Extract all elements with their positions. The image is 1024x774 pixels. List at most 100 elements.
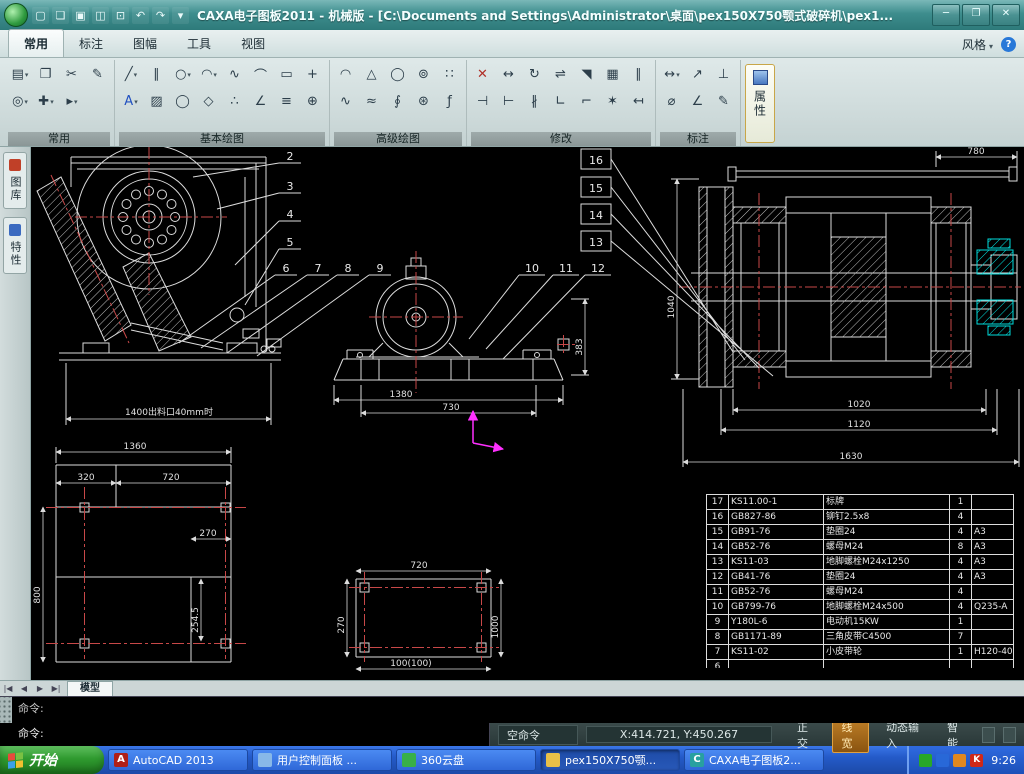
callout-label: 13 [589,236,603,249]
pan-icon[interactable]: ✚▾ [34,89,58,115]
maximize-button[interactable]: ❐ [962,4,990,26]
sidebar-tab-properties[interactable]: 特性 [3,217,27,274]
grid-icon[interactable] [982,727,995,743]
corner-icon[interactable]: ∟ [549,89,573,115]
dimension-icon[interactable]: ↔▾ [660,62,684,88]
sidebar-tab-library[interactable]: 图库 [3,152,27,209]
point-set-icon[interactable]: ∷ [438,62,462,88]
polygon-icon[interactable]: ◇ [197,89,221,115]
datum-icon[interactable]: ⊥ [712,62,736,88]
text-icon[interactable]: A▾ [119,89,143,115]
arc-icon[interactable]: ◠▾ [197,62,221,88]
array-icon[interactable]: ▦ [601,62,625,88]
next-sheet-icon[interactable]: ▶ [32,684,48,693]
mirror-icon[interactable]: ⇌ [549,62,573,88]
first-sheet-icon[interactable]: |◀ [0,684,16,693]
tray-k-icon[interactable]: K [970,754,983,767]
properties-label: 属性 [752,90,769,118]
fillet-icon[interactable]: ⌐ [575,89,599,115]
hatch-icon[interactable]: ▨ [145,89,169,115]
bottom-strip: 命令: 空命令 X:414.721, Y:450.267 正交 线宽 动态输入 … [0,723,1024,746]
stretch-icon[interactable]: ↤ [627,89,651,115]
contour-icon[interactable]: ◠ [334,62,358,88]
ribbon-tab[interactable]: 标注 [64,30,118,57]
equidistant-icon[interactable]: ≡ [275,89,299,115]
axis-icon[interactable]: ⊕ [301,89,325,115]
explode-icon[interactable]: ✶ [601,89,625,115]
help-icon[interactable]: ? [1001,37,1016,52]
scale-icon[interactable]: ◥ [575,62,599,88]
regular-polygon-icon[interactable]: △ [360,62,384,88]
print-icon[interactable]: ◫ [92,7,109,24]
circle-icon[interactable]: ○▾ [171,62,195,88]
paste-icon[interactable]: ▤▾ [8,62,32,88]
copy-icon[interactable]: ❐ [34,62,58,88]
drawing-area[interactable]: 1400出料口40mm时 2 3 4 5 6 7 8 9 [31,147,1024,680]
double-wave-icon[interactable]: ≈ [360,89,384,115]
tray-input-icon[interactable] [953,754,966,767]
last-sheet-icon[interactable]: ▶| [48,684,64,693]
select-icon[interactable]: ▸▾ [60,89,84,115]
new-file-icon[interactable]: ▢ [32,7,49,24]
cut-icon[interactable]: ✂ [60,62,84,88]
diameter-dim-icon[interactable]: ⌀ [660,89,684,115]
ellipse-adv-icon[interactable]: ◯ [386,62,410,88]
print-preview-icon[interactable]: ⊡ [112,7,129,24]
ribbon-tab[interactable]: 图幅 [118,30,172,57]
style-button[interactable]: 风格▾ [962,36,993,53]
lock-icon[interactable] [1003,727,1016,743]
erase-icon[interactable]: ✕ [471,62,495,88]
undo-icon[interactable]: ↶ [132,7,149,24]
formula-curve-icon[interactable]: ƒ [438,89,462,115]
ellipse-icon[interactable]: ◯ [171,89,195,115]
bom-row: 10 GB799-76 地脚螺栓M24x500 4 Q235-A [707,600,1014,615]
polyline-icon[interactable]: ⌒ [249,62,273,88]
text-dim-icon[interactable]: ✎ [712,89,736,115]
spring-icon[interactable]: ∮ [386,89,410,115]
caxa-logo-icon[interactable] [4,3,28,27]
extend-icon[interactable]: ⊢ [497,89,521,115]
rectangle-icon[interactable]: ▭ [275,62,299,88]
offset-icon[interactable]: ∥ [627,62,651,88]
model-tab[interactable]: 模型 [67,681,113,697]
close-button[interactable]: ✕ [992,4,1020,26]
group-label-dimension: 标注 [660,132,736,146]
bom-row: 15 GB91-76 垫圈24 4 A3 [707,525,1014,540]
tray-im-icon[interactable] [936,754,949,767]
leader-icon[interactable]: ↗ [686,62,710,88]
point-icon[interactable]: ∴ [223,89,247,115]
break-icon[interactable]: ∦ [523,89,547,115]
centerline-icon[interactable]: + [301,62,325,88]
format-painter-icon[interactable]: ✎ [86,62,110,88]
prev-sheet-icon[interactable]: ◀ [16,684,32,693]
hole-icon[interactable]: ⊚ [412,62,436,88]
command-history[interactable]: 命令: [0,696,1024,723]
group-label-basic-draw: 基本绘图 [119,132,325,146]
rotate-icon[interactable]: ↻ [523,62,547,88]
trim-icon[interactable]: ⊣ [471,89,495,115]
chamfer-icon[interactable]: ∠ [249,89,273,115]
redo-icon[interactable]: ↷ [152,7,169,24]
ribbon-tab[interactable]: 视图 [226,30,280,57]
wave-line-icon[interactable]: ∿ [334,89,358,115]
minimize-button[interactable]: ─ [932,4,960,26]
gear-icon[interactable]: ⊛ [412,89,436,115]
callout-label: 14 [589,209,603,222]
properties-panel-button[interactable]: 属性 [745,64,775,143]
line-icon[interactable]: ╱▾ [119,62,143,88]
ribbon-tab[interactable]: 常用 [8,29,64,57]
customize-dropdown-icon[interactable]: ▾ [172,7,189,24]
spline-icon[interactable]: ∿ [223,62,247,88]
tray-shield-icon[interactable] [919,754,932,767]
parallel-line-icon[interactable]: ∥ [145,62,169,88]
command-input[interactable]: 命令: [0,723,490,746]
start-button[interactable]: 开始 [0,746,104,774]
sheet-tab-bar: |◀◀▶▶| 模型 [0,680,1024,696]
angle-dim-icon[interactable]: ∠ [686,89,710,115]
ribbon-tab[interactable]: 工具 [172,30,226,57]
drag-handle-icon[interactable] [0,697,12,723]
move-icon[interactable]: ↔ [497,62,521,88]
zoom-icon[interactable]: ◎▾ [8,89,32,115]
save-icon[interactable]: ▣ [72,7,89,24]
open-file-icon[interactable]: ❏ [52,7,69,24]
